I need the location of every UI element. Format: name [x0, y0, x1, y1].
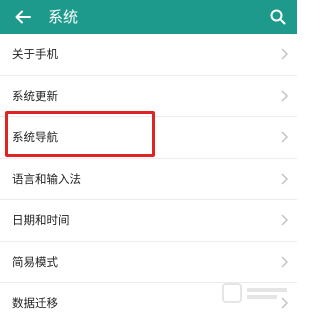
- chevron-right-icon: [281, 48, 289, 60]
- menu-item-label: 数据迁移: [12, 296, 58, 311]
- menu-item-system-navigation[interactable]: 系统导航: [0, 117, 297, 159]
- menu-item-label: 日期和时间: [12, 213, 70, 228]
- search-icon: [270, 9, 286, 25]
- watermark-icon: [222, 283, 287, 303]
- menu-item-simple-mode[interactable]: 简易模式: [0, 241, 297, 283]
- menu-item-label: 系统更新: [12, 88, 58, 103]
- back-button[interactable]: [12, 6, 34, 28]
- search-button[interactable]: [267, 6, 289, 28]
- chevron-right-icon: [281, 214, 289, 226]
- chevron-right-icon: [281, 173, 289, 185]
- chevron-right-icon: [281, 90, 289, 102]
- arrow-left-icon: [15, 10, 31, 24]
- menu-item-label: 简易模式: [12, 254, 58, 269]
- menu-item-label: 语言和输入法: [12, 171, 81, 186]
- menu-item-date-time[interactable]: 日期和时间: [0, 200, 297, 242]
- app-header: 系统: [0, 0, 297, 34]
- chevron-right-icon: [281, 131, 289, 143]
- menu-item-label: 关于手机: [12, 47, 58, 62]
- menu-item-system-update[interactable]: 系统更新: [0, 75, 297, 117]
- menu-item-label: 系统导航: [12, 130, 58, 145]
- settings-list: 关于手机 系统更新 系统导航 语言和输入法 日期和时间 简易模式 数据迁移: [0, 34, 297, 312]
- page-title: 系统: [48, 8, 79, 26]
- chevron-right-icon: [281, 256, 289, 268]
- menu-item-about-phone[interactable]: 关于手机: [0, 34, 297, 76]
- menu-item-language-input[interactable]: 语言和输入法: [0, 158, 297, 200]
